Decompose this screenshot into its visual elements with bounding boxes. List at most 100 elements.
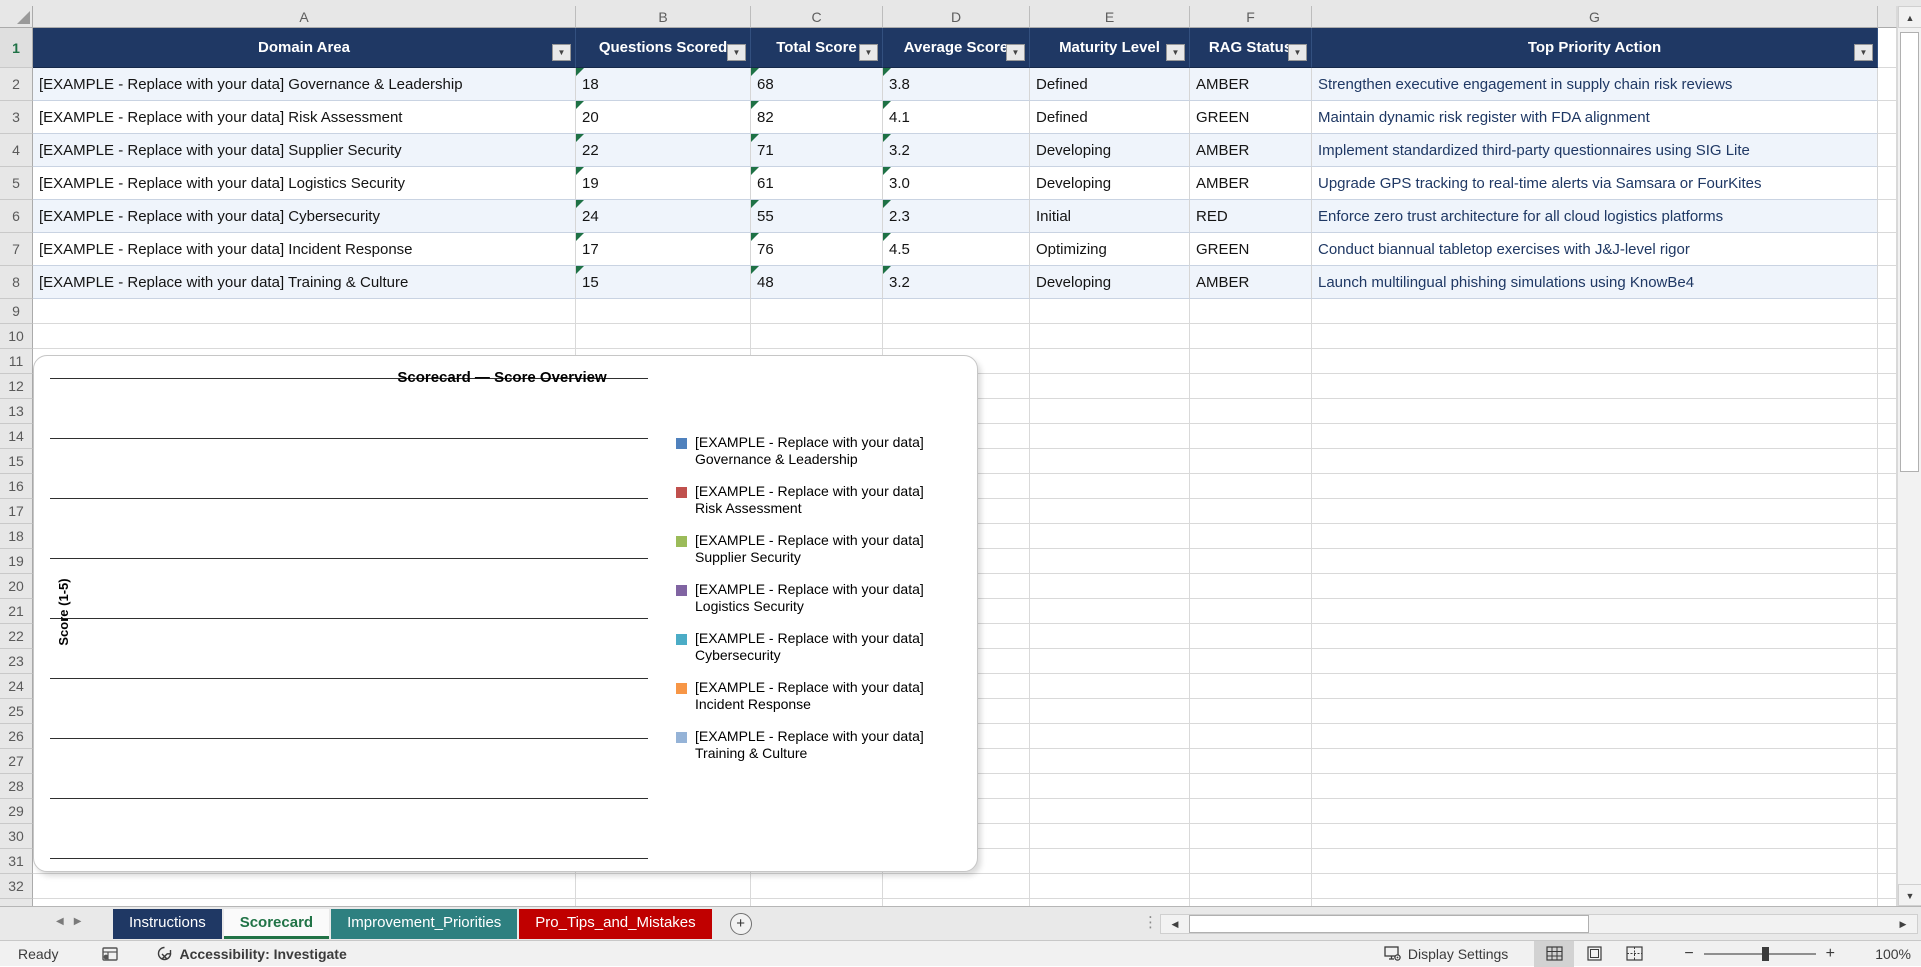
cell-h[interactable]: [1878, 266, 1897, 299]
empty-cell[interactable]: [751, 874, 883, 899]
row-header[interactable]: 8: [0, 266, 33, 299]
empty-cell[interactable]: [1312, 724, 1878, 749]
row-header[interactable]: 21: [0, 599, 33, 624]
cell-domain-area[interactable]: [EXAMPLE - Replace with your data] Incid…: [33, 233, 576, 266]
cell-average-score[interactable]: 2.3: [883, 200, 1030, 233]
accessibility-status[interactable]: Accessibility: Investigate: [156, 945, 346, 962]
empty-cell[interactable]: [1312, 749, 1878, 774]
empty-cell[interactable]: [1878, 349, 1897, 374]
select-all-corner[interactable]: [0, 6, 33, 28]
empty-cell[interactable]: [1190, 774, 1312, 799]
empty-cell[interactable]: [576, 299, 751, 324]
row-header-1[interactable]: 1: [0, 28, 33, 68]
table-header-cell[interactable]: RAG Status ▼: [1190, 28, 1312, 68]
cell-questions-scored[interactable]: 15: [576, 266, 751, 299]
scroll-right-icon[interactable]: ▶: [1891, 916, 1915, 932]
row-header[interactable]: 19: [0, 549, 33, 574]
empty-cell[interactable]: [1312, 674, 1878, 699]
cell-domain-area[interactable]: [EXAMPLE - Replace with your data] Risk …: [33, 101, 576, 134]
cell-rag-status[interactable]: AMBER: [1190, 134, 1312, 167]
empty-cell[interactable]: [1312, 599, 1878, 624]
vertical-scrollbar-thumb[interactable]: [1900, 32, 1919, 472]
cell-questions-scored[interactable]: 19: [576, 167, 751, 200]
cell-total-score[interactable]: 76: [751, 233, 883, 266]
empty-cell[interactable]: [1190, 874, 1312, 899]
cell-total-score[interactable]: 68: [751, 68, 883, 101]
row-header[interactable]: 32: [0, 874, 33, 899]
empty-cell[interactable]: [1030, 699, 1190, 724]
empty-cell[interactable]: [1312, 474, 1878, 499]
cell-top-priority-action[interactable]: Launch multilingual phishing simulations…: [1312, 266, 1878, 299]
column-header[interactable]: A: [33, 6, 576, 28]
empty-cell[interactable]: [1878, 424, 1897, 449]
cell-domain-area[interactable]: [EXAMPLE - Replace with your data] Logis…: [33, 167, 576, 200]
cell-top-priority-action[interactable]: Strengthen executive engagement in suppl…: [1312, 68, 1878, 101]
empty-cell[interactable]: [1190, 324, 1312, 349]
empty-cell[interactable]: [1312, 849, 1878, 874]
cell-rag-status[interactable]: AMBER: [1190, 68, 1312, 101]
empty-cell[interactable]: [1190, 549, 1312, 574]
empty-cell[interactable]: [1878, 849, 1897, 874]
empty-cell[interactable]: [751, 299, 883, 324]
empty-cell[interactable]: [1190, 724, 1312, 749]
empty-cell[interactable]: [1878, 724, 1897, 749]
empty-cell[interactable]: [1312, 649, 1878, 674]
empty-cell[interactable]: [1030, 349, 1190, 374]
empty-cell[interactable]: [1190, 624, 1312, 649]
empty-cell[interactable]: [1190, 424, 1312, 449]
empty-cell[interactable]: [1030, 799, 1190, 824]
empty-cell[interactable]: [1030, 674, 1190, 699]
empty-cell[interactable]: [1878, 524, 1897, 549]
table-header-cell[interactable]: Top Priority Action ▼: [1312, 28, 1878, 68]
row-header[interactable]: 9: [0, 299, 33, 324]
column-header[interactable]: G: [1312, 6, 1878, 28]
empty-cell[interactable]: [1312, 349, 1878, 374]
cell-h[interactable]: [1878, 167, 1897, 200]
empty-cell[interactable]: [33, 299, 576, 324]
page-break-view-button[interactable]: [1614, 941, 1654, 967]
empty-cell[interactable]: [1312, 824, 1878, 849]
cell-questions-scored[interactable]: 17: [576, 233, 751, 266]
empty-cell[interactable]: [1878, 474, 1897, 499]
cell-domain-area[interactable]: [EXAMPLE - Replace with your data] Suppl…: [33, 134, 576, 167]
empty-cell[interactable]: [1190, 699, 1312, 724]
column-header[interactable]: B: [576, 6, 751, 28]
cell-rag-status[interactable]: GREEN: [1190, 233, 1312, 266]
row-header[interactable]: 17: [0, 499, 33, 524]
cell-questions-scored[interactable]: 20: [576, 101, 751, 134]
empty-cell[interactable]: [1190, 524, 1312, 549]
row-header[interactable]: 27: [0, 749, 33, 774]
filter-dropdown-icon[interactable]: ▼: [1006, 44, 1025, 61]
sheet-tab[interactable]: Pro_Tips_and_Mistakes: [519, 909, 711, 939]
row-header[interactable]: 18: [0, 524, 33, 549]
row-header[interactable]: 3: [0, 101, 33, 134]
horizontal-scrollbar-thumb[interactable]: [1189, 915, 1589, 933]
empty-cell[interactable]: [1030, 724, 1190, 749]
empty-cell[interactable]: [1030, 324, 1190, 349]
table-header-cell[interactable]: Total Score ▼: [751, 28, 883, 68]
empty-cell[interactable]: [1030, 424, 1190, 449]
empty-cell[interactable]: [1878, 624, 1897, 649]
filter-dropdown-icon[interactable]: ▼: [1288, 44, 1307, 61]
zoom-level[interactable]: 100%: [1859, 946, 1911, 962]
empty-cell[interactable]: [1878, 549, 1897, 574]
empty-cell[interactable]: [1030, 499, 1190, 524]
cell-rag-status[interactable]: GREEN: [1190, 101, 1312, 134]
cell-top-priority-action[interactable]: Enforce zero trust architecture for all …: [1312, 200, 1878, 233]
empty-cell[interactable]: [883, 874, 1030, 899]
cell-h[interactable]: [1878, 200, 1897, 233]
cell-top-priority-action[interactable]: Upgrade GPS tracking to real-time alerts…: [1312, 167, 1878, 200]
empty-cell[interactable]: [1312, 799, 1878, 824]
empty-cell[interactable]: [1312, 324, 1878, 349]
empty-cell[interactable]: [1878, 324, 1897, 349]
chart-object[interactable]: Scorecard — Score Overview Score (1-5) […: [33, 355, 978, 872]
cell-questions-scored[interactable]: 18: [576, 68, 751, 101]
scroll-up-icon[interactable]: ▲: [1898, 6, 1921, 28]
cell-domain-area[interactable]: [EXAMPLE - Replace with your data] Cyber…: [33, 200, 576, 233]
zoom-slider-thumb[interactable]: [1762, 947, 1769, 961]
empty-cell[interactable]: [1190, 299, 1312, 324]
row-header[interactable]: 25: [0, 699, 33, 724]
cell-domain-area[interactable]: [EXAMPLE - Replace with your data] Train…: [33, 266, 576, 299]
empty-cell[interactable]: [1030, 549, 1190, 574]
empty-cell[interactable]: [1190, 374, 1312, 399]
